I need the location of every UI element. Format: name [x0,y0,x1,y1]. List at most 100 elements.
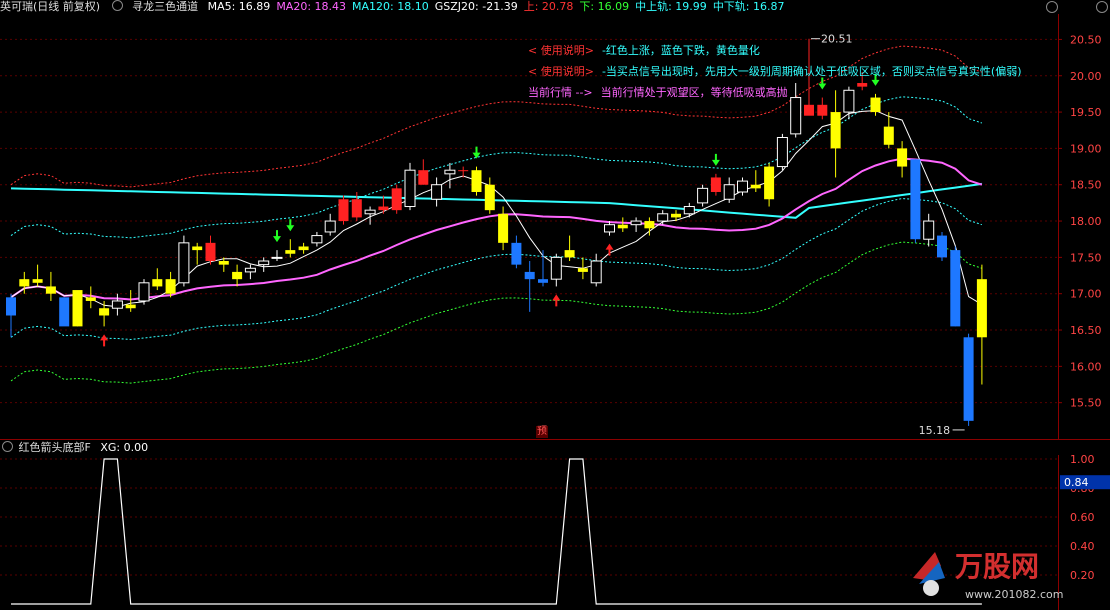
annotation-text: 当前行情处于观望区，等待低吸或高抛 [600,86,788,99]
candle-body [85,297,96,301]
candle-body [750,184,761,189]
candle-body [258,260,270,266]
candle-body [577,268,588,272]
buy-arrow-icon [552,294,561,307]
candle-body [19,279,30,287]
annotation-prefix: < 使用说明> [528,44,594,57]
candle-body [630,220,642,226]
candle-body [657,213,669,222]
candle-body [391,188,402,211]
candle-body [418,170,429,185]
candle-body [125,304,136,309]
sell-arrow-icon [711,153,720,166]
candle-body [364,209,376,215]
indicator-name: 寻龙三色通道 [132,0,199,13]
candle-body [564,250,575,258]
candle-body [431,184,443,200]
candle-body [671,213,681,218]
mid-lower-band-line [10,197,983,341]
candle-body [311,235,323,244]
lower-band-line [10,241,983,384]
pre-marker: 预 [536,426,548,438]
candle-body [644,221,655,229]
candle-body [232,271,243,280]
candle-body [244,267,256,273]
indicator-toggle-icon[interactable] [111,0,123,11]
candle-body [804,104,814,116]
candle-body [897,148,908,167]
candle-body [764,166,775,200]
candle-body [218,261,229,265]
wangu-logo: 万股网 www.201082.com [913,550,1063,601]
candle-body [550,256,562,280]
candle-body [205,242,216,262]
sub-tick-label: 0.60 [1070,511,1095,524]
indicator-value-6: 中上轨: 19.99 [635,0,707,13]
indicator-values: MA5: 16.89 MA20: 18.43 MA120: 18.10 GSZJ20:… [208,0,791,13]
price-tick-label: 19.50 [1070,106,1102,119]
signal-chart[interactable] [0,455,1058,610]
sell-arrow-icon [286,219,295,232]
price-tick-label: 17.50 [1070,251,1102,264]
stock-title: 英可瑞(日线 前复权) [0,0,101,13]
candle-body [524,271,535,280]
logo-text: 万股网 [955,550,1039,583]
sub-indicator-name: 红色箭头底部F [18,441,91,454]
candle-body [498,213,509,243]
price-tick-label: 15.50 [1070,397,1102,410]
current-value-label: 0.84 [1064,476,1089,489]
candle-body [138,282,150,302]
candle-body [511,242,522,265]
sell-arrow-icon [273,230,281,243]
candle-body [776,137,788,168]
candle-body [444,169,456,175]
price-tick-label: 18.00 [1070,215,1102,228]
candle-body [723,184,735,200]
candle-body [683,206,695,215]
candle-body [378,206,389,211]
annotation-prefix: < 使用说明> [528,65,594,78]
candle-body [910,159,921,240]
candle-body [192,246,203,251]
candle-body [883,126,894,145]
candle-body [817,104,828,116]
annotation-prefix: 当前行情 --> [528,86,593,99]
close-icon[interactable] [1096,1,1108,13]
candle-body [617,224,628,229]
candle-body [963,337,974,421]
price-axis: 20.50 20.00 19.50 19.00 18.50 18.00 17.50 17.00… [1058,14,1102,439]
candle-body [538,279,548,283]
candle-body [697,187,709,204]
sub-indicator-toggle-icon[interactable] [2,441,13,452]
candle-body [950,250,961,327]
candle-body [737,180,748,193]
candle-body [45,286,56,294]
candle-body [152,279,163,287]
logo-url: www.201082.com [965,588,1063,601]
price-tick-label: 20.50 [1070,33,1102,46]
panel-divider[interactable] [0,439,1110,440]
indicator-value-3: GSZJ20: -21.39 [434,0,518,13]
candle-body [165,279,176,294]
candle-body [285,250,296,254]
indicator-value-1: MA20: 18.43 [276,0,347,13]
price-tick-label: 17.00 [1070,288,1102,301]
indicator-value-2: MA120: 18.10 [352,0,429,13]
candle-body [604,224,615,233]
candle-body [338,199,349,222]
annotation-line: < 使用说明> -红色上涨，蓝色下跌，黄色量化 [528,40,1058,61]
candle-body [976,279,987,338]
candle-body [6,297,16,316]
annotation-line: 当前行情 --> 当前行情处于观望区，等待低吸或高抛 [528,82,1058,103]
settings-icon[interactable] [1046,1,1058,13]
candle-body [471,170,482,192]
candle-body [111,300,123,309]
candle-body [937,235,947,258]
indicator-value-7: 中下轨: 16.87 [712,0,785,13]
price-tick-label: 16.50 [1070,324,1102,337]
candle-body [458,170,469,172]
sub-indicator-value: XG: 0.00 [100,441,149,454]
indicator-value-5: 下: 16.09 [579,0,630,13]
signal-line [11,458,982,605]
candle-body [32,279,43,283]
